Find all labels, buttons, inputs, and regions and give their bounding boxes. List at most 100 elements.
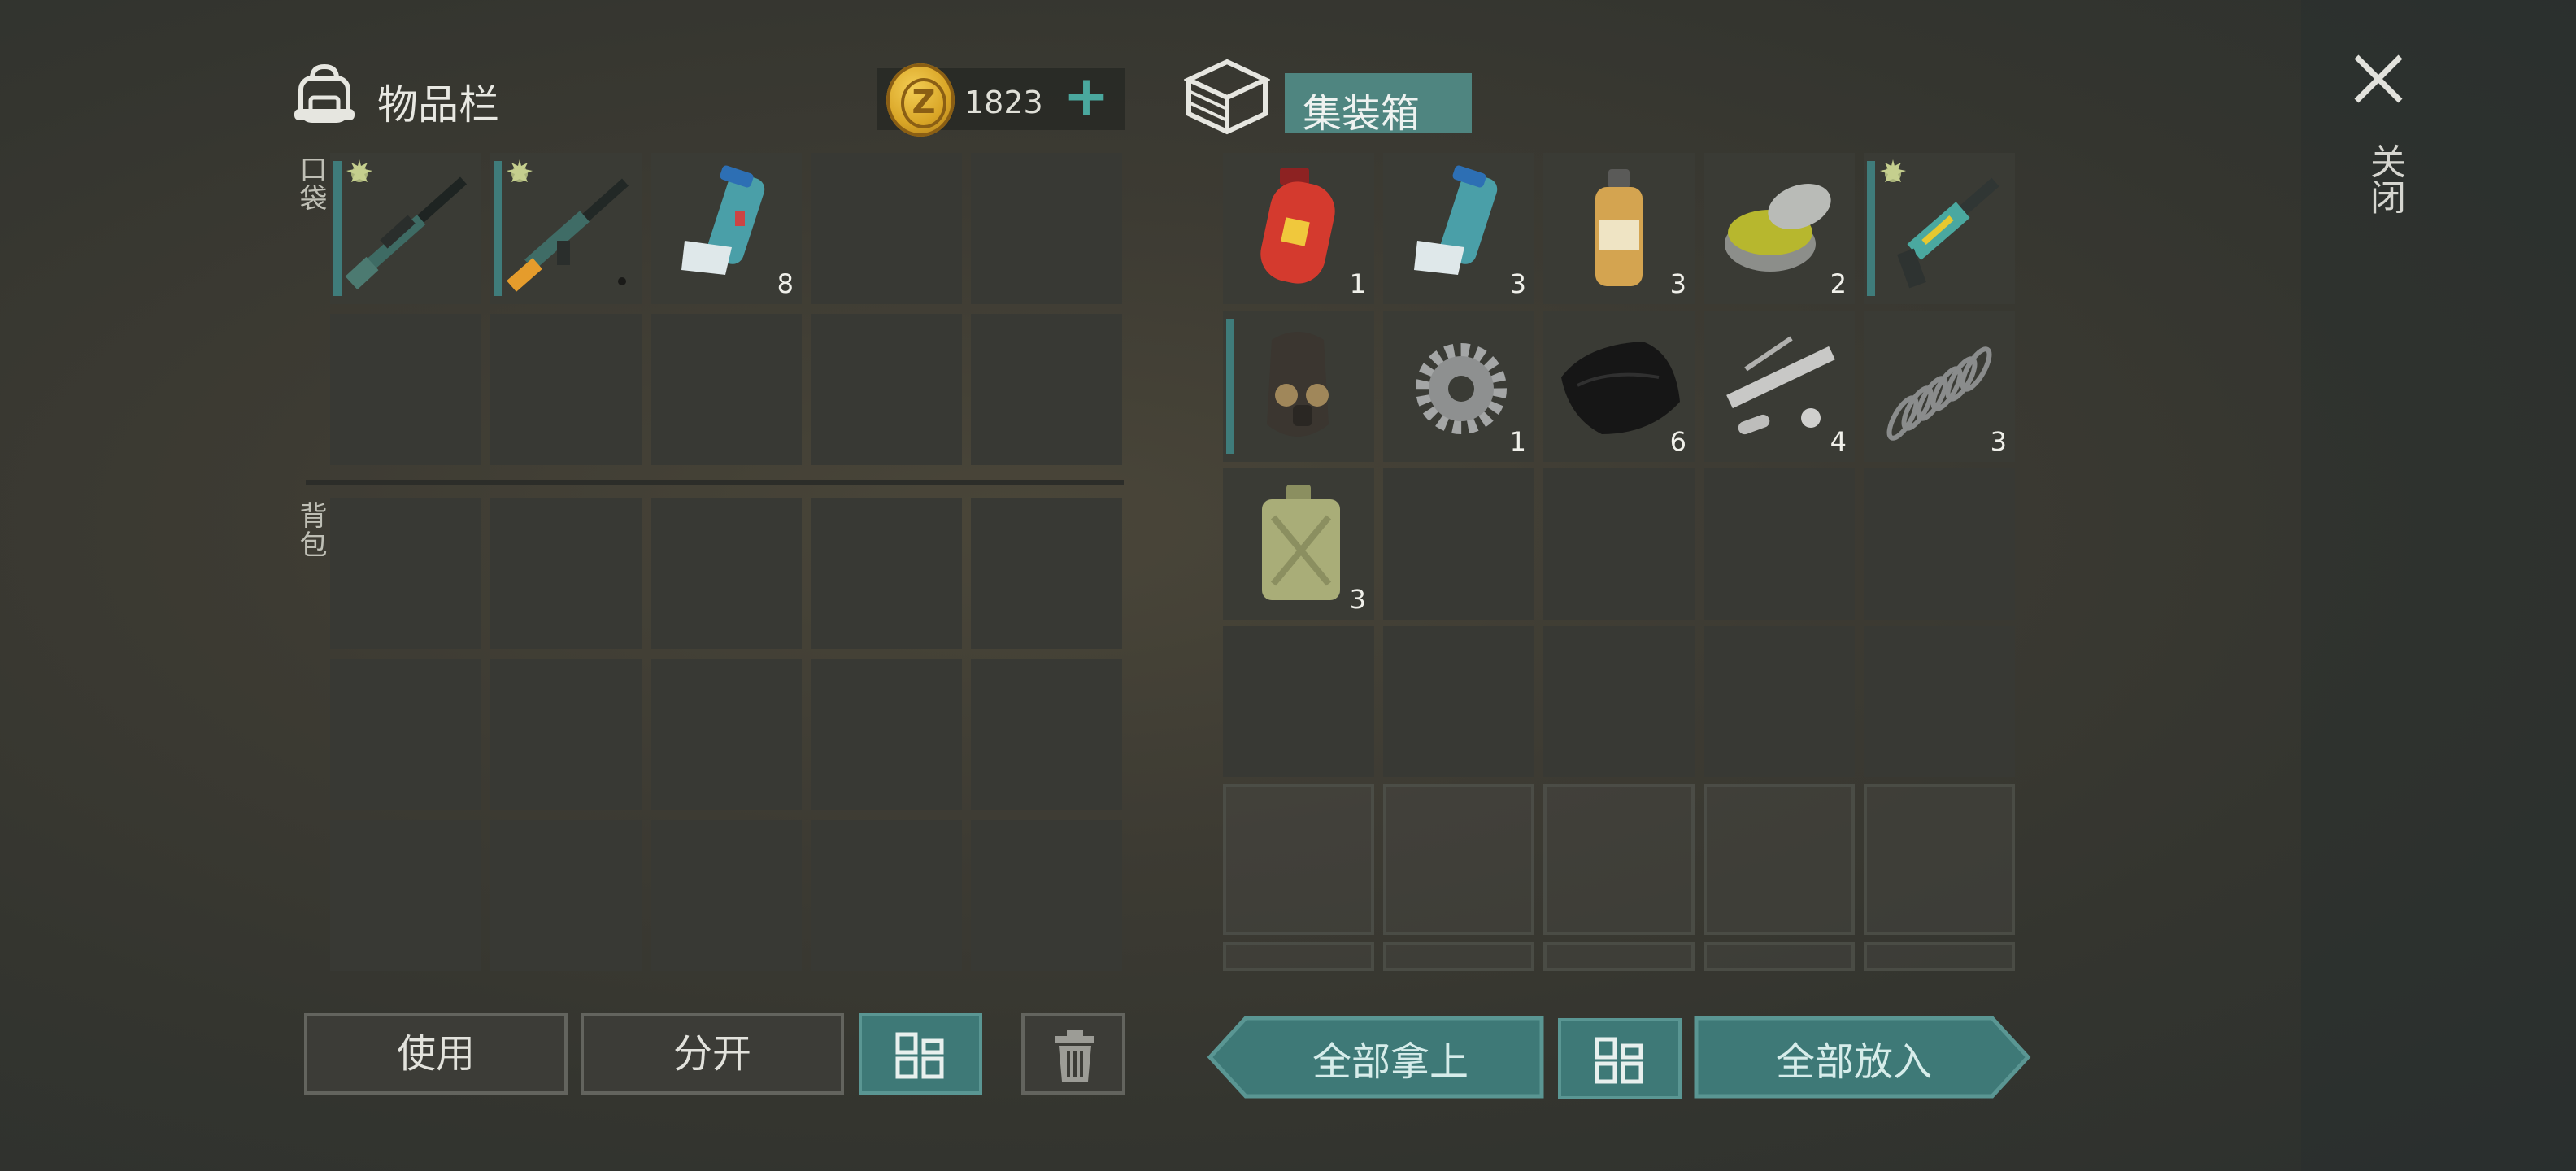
container-slot[interactable] [1543, 468, 1695, 620]
container-slot-1[interactable]: 1 [1223, 153, 1374, 304]
blaster-gun-icon [1897, 177, 1999, 289]
locked-slot [1704, 942, 1855, 971]
item-count: 2 [1830, 268, 1847, 299]
pocket-slot-9[interactable] [811, 314, 962, 465]
right-side-panel [2301, 0, 2576, 1171]
locked-slot [1864, 942, 2015, 971]
backpack-slot[interactable] [490, 659, 642, 810]
sort-inventory-button[interactable] [859, 1013, 982, 1095]
backpack-slot[interactable] [490, 820, 642, 971]
sort-container-button[interactable] [1558, 1018, 1682, 1099]
pocket-slot-5[interactable] [971, 153, 1122, 304]
container-slot-9[interactable]: 4 [1704, 311, 1855, 462]
container-slot[interactable] [1864, 468, 2015, 620]
inhaler-icon [1414, 165, 1498, 275]
container-slot-3[interactable]: 3 [1543, 153, 1695, 304]
pocket-slot-2[interactable] [490, 153, 642, 304]
backpack-slot[interactable] [811, 659, 962, 810]
container-title: 集装箱 [1303, 91, 1421, 137]
backpack-slot[interactable] [330, 498, 481, 649]
container-slot-2[interactable]: 3 [1383, 153, 1534, 304]
assault-rifle-icon [507, 178, 629, 292]
sniper-rifle-icon [345, 176, 467, 290]
close-label[interactable]: 关闭 [2358, 143, 2410, 215]
item-count: 3 [1509, 268, 1526, 299]
backpack-slot[interactable] [651, 820, 802, 971]
backpack-label: 背包 [294, 501, 327, 559]
item-count: 8 [777, 268, 794, 299]
backpack-slot[interactable] [330, 659, 481, 810]
container-slot[interactable] [1383, 626, 1534, 777]
trash-icon [1055, 1030, 1094, 1082]
pocket-slot-1[interactable] [330, 153, 481, 304]
container-slot-7[interactable]: 1 [1383, 311, 1534, 462]
container-slot-11[interactable]: 3 [1223, 468, 1374, 620]
gear-icon [1416, 343, 1507, 434]
pocket-slot-10[interactable] [971, 314, 1122, 465]
container-slot[interactable] [1704, 468, 1855, 620]
locked-slot [1864, 784, 2015, 935]
pocket-slot-4[interactable] [811, 153, 962, 304]
use-button[interactable]: 使用 [304, 1013, 568, 1095]
pocket-slot-3[interactable]: 8 [651, 153, 802, 304]
container-slot[interactable] [1864, 626, 2015, 777]
backpack-slot[interactable] [971, 659, 1122, 810]
container-slot[interactable] [1383, 468, 1534, 620]
backpack-slot[interactable] [330, 820, 481, 971]
locked-slot [1383, 942, 1534, 971]
item-count: 3 [1669, 268, 1686, 299]
close-icon[interactable] [2350, 50, 2407, 107]
backpack-slot[interactable] [651, 659, 802, 810]
container-slot-8[interactable]: 6 [1543, 311, 1695, 462]
ointment-jar-icon [1725, 183, 1831, 272]
crate-icon [1184, 59, 1270, 135]
container-slot[interactable] [1223, 626, 1374, 777]
grid-sort-icon [895, 1032, 944, 1079]
item-count: 6 [1669, 426, 1686, 457]
coin-symbol: Z [901, 78, 946, 128]
container-slot[interactable] [1543, 626, 1695, 777]
inventory-title: 物品栏 [377, 81, 499, 128]
take-all-label: 全部拿上 [1312, 1039, 1469, 1085]
backpack-slot[interactable] [971, 820, 1122, 971]
put-all-label: 全部放入 [1775, 1039, 1932, 1085]
grid-sort-icon [1595, 1037, 1643, 1084]
pipe-parts-icon [1726, 336, 1835, 435]
pocket-slot-7[interactable] [490, 314, 642, 465]
container-slot-6[interactable] [1223, 311, 1374, 462]
cloth-icon [1561, 342, 1680, 434]
container-slot-5[interactable] [1864, 153, 2015, 304]
coin-count: 1823 [964, 85, 1043, 120]
gas-mask-hood-icon [1267, 332, 1329, 437]
backpack-slot[interactable] [811, 820, 962, 971]
item-count: 3 [1990, 426, 2007, 457]
pocket-slot-8[interactable] [651, 314, 802, 465]
container-slot-10[interactable]: 3 [1864, 311, 2015, 462]
item-count: 4 [1830, 426, 1847, 457]
locked-slot [1223, 784, 1374, 935]
jerrycan-icon [1262, 485, 1340, 600]
backpack-slot[interactable] [651, 498, 802, 649]
backpack-slot[interactable] [971, 498, 1122, 649]
container-slot[interactable] [1704, 626, 1855, 777]
item-count: 3 [1349, 584, 1366, 615]
container-slot-4[interactable]: 2 [1704, 153, 1855, 304]
pesticide-bottle-icon [1595, 169, 1643, 286]
locked-slot [1543, 784, 1695, 935]
backpack-slot[interactable] [490, 498, 642, 649]
add-coins-button[interactable]: + [1062, 69, 1111, 124]
split-button-label: 分开 [672, 1031, 751, 1077]
pocket-slot-6[interactable] [330, 314, 481, 465]
backpack-icon [294, 63, 355, 123]
locked-slot [1383, 784, 1534, 935]
section-divider [306, 480, 1124, 485]
gas-cylinder-icon [1260, 168, 1335, 284]
locked-slot [1543, 942, 1695, 971]
spring-icon [1886, 346, 1992, 441]
backpack-slot[interactable] [811, 498, 962, 649]
pocket-label: 口袋 [294, 155, 327, 213]
trash-button[interactable] [1021, 1013, 1125, 1095]
item-count: 1 [1349, 268, 1366, 299]
locked-slot [1704, 784, 1855, 935]
split-button[interactable]: 分开 [581, 1013, 844, 1095]
